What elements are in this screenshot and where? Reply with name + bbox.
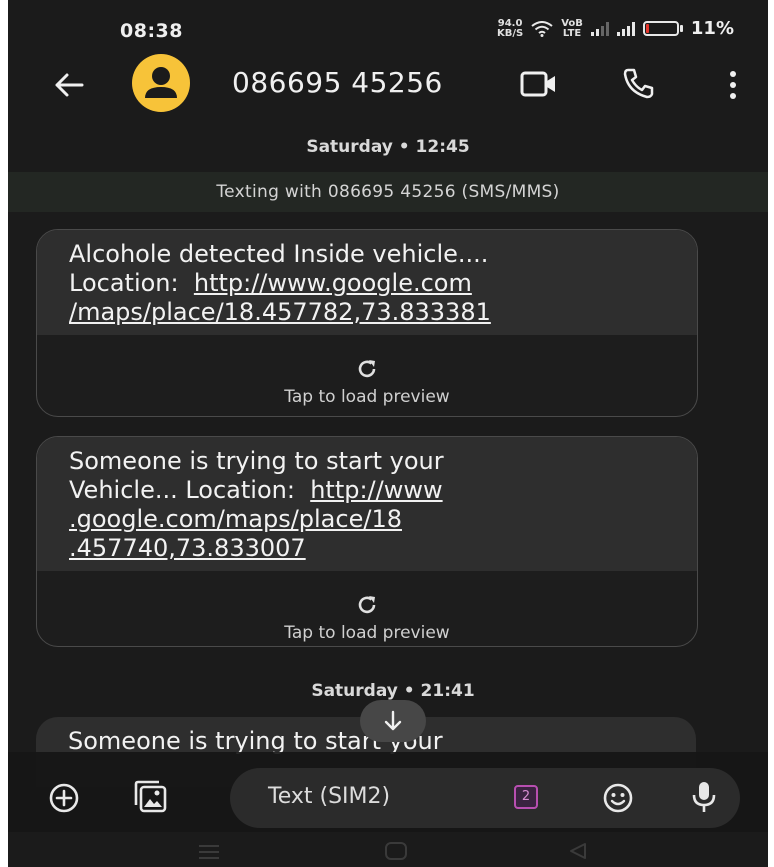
refresh-icon xyxy=(358,360,376,378)
message-text: Someone is trying to start your Vehicle.… xyxy=(37,437,697,571)
arrow-down-icon xyxy=(384,710,402,731)
location-link[interactable]: .google.com/maps/place/18 xyxy=(69,505,402,533)
sim-selector-badge[interactable]: 2 xyxy=(514,785,538,809)
tap-to-load-preview[interactable]: Tap to load preview xyxy=(37,387,697,407)
location-link[interactable]: http://www.google.com xyxy=(194,269,472,297)
tap-to-load-preview[interactable]: Tap to load preview xyxy=(37,623,697,643)
mic-icon[interactable] xyxy=(690,780,718,814)
battery-percent: 11% xyxy=(690,18,734,39)
system-nav-bar xyxy=(8,832,768,867)
texting-info-banner: Texting with 086695 45256 (SMS/MMS) xyxy=(8,172,768,212)
compose-bar: Text (SIM2) 2 xyxy=(8,752,768,832)
message-text: Alcohole detected Inside vehicle.... Loc… xyxy=(37,230,697,335)
contact-name[interactable]: 086695 45256 xyxy=(232,66,443,99)
add-icon[interactable] xyxy=(48,782,80,814)
message-input[interactable]: Text (SIM2) 2 xyxy=(230,768,740,828)
network-speed-unit: KB/S xyxy=(496,27,524,39)
date-separator: Saturday • 21:41 xyxy=(311,681,475,701)
nav-home-icon[interactable] xyxy=(384,841,408,861)
battery-icon xyxy=(642,21,683,36)
more-vert-icon[interactable] xyxy=(728,68,738,102)
emoji-icon[interactable] xyxy=(602,782,634,814)
scroll-to-bottom-button[interactable] xyxy=(360,700,426,742)
network-type: VoB LTE xyxy=(561,17,583,39)
message-line: Someone is trying to start your xyxy=(69,447,444,475)
video-call-icon[interactable] xyxy=(520,70,558,98)
battery-tip xyxy=(679,25,683,32)
nav-back-icon[interactable] xyxy=(568,841,588,861)
message-line: Vehicle... Location: http://www xyxy=(69,476,669,505)
link-preview-placeholder[interactable]: Tap to load preview xyxy=(37,571,697,646)
gallery-icon[interactable] xyxy=(132,778,168,814)
date-separator: Saturday • 12:45 xyxy=(306,137,470,157)
network-type-bottom: LTE xyxy=(562,27,582,39)
message-bubble[interactable]: Someone is trying to start your Vehicle.… xyxy=(36,436,698,647)
link-preview-placeholder[interactable]: Tap to load preview xyxy=(37,335,697,416)
refresh-icon xyxy=(358,596,376,614)
message-line: .google.com/maps/place/18 xyxy=(69,505,669,534)
location-link[interactable]: .457740,73.833007 xyxy=(69,534,306,562)
status-icons: 94.0 KB/S VoB LTE 11% xyxy=(497,18,734,39)
network-speed: 94.0 KB/S xyxy=(496,17,524,39)
battery-body xyxy=(642,21,679,36)
message-line: Location: http://www.google.com xyxy=(69,269,669,298)
conversation-header: 086695 45256 xyxy=(8,48,768,120)
status-time: 08:38 xyxy=(120,20,183,42)
messages-screen: 08:38 94.0 KB/S VoB LTE 11% 086695 45256… xyxy=(8,0,768,867)
network-speed-value: 94.0 xyxy=(497,17,523,29)
signal-sim2-icon xyxy=(616,21,635,36)
avatar[interactable] xyxy=(132,54,190,112)
avatar-person-icon xyxy=(145,67,177,98)
location-link[interactable]: /maps/place/18.457782,73.833381 xyxy=(69,298,491,326)
message-bubble[interactable]: Alcohole detected Inside vehicle.... Loc… xyxy=(36,229,698,417)
signal-sim1-icon xyxy=(590,21,609,36)
back-arrow-icon[interactable] xyxy=(52,68,86,102)
message-input-placeholder: Text (SIM2) xyxy=(268,784,391,809)
phone-icon[interactable] xyxy=(622,66,656,100)
battery-fill xyxy=(645,24,649,33)
network-type-top: VoB xyxy=(561,17,583,29)
message-line: /maps/place/18.457782,73.833381 xyxy=(69,298,669,327)
message-location-label: Location: xyxy=(69,269,194,297)
message-line: .457740,73.833007 xyxy=(69,534,669,563)
message-location-label: Vehicle... Location: xyxy=(69,476,311,504)
nav-menu-icon[interactable] xyxy=(198,844,220,860)
message-line: Alcohole detected Inside vehicle.... xyxy=(69,240,489,268)
wifi-icon xyxy=(531,20,553,37)
location-link[interactable]: http://www xyxy=(310,476,442,504)
